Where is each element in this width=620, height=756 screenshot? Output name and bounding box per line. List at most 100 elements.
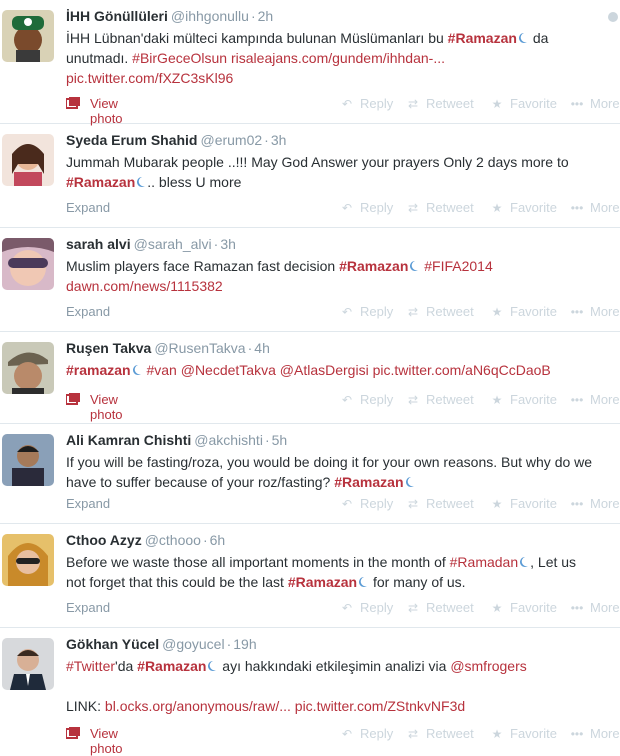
favorite-button[interactable]: ★ Favorite [490, 600, 557, 615]
hashtag[interactable]: #Twitter [66, 658, 115, 674]
reply-icon: ↶ [341, 393, 353, 407]
avatar[interactable] [2, 134, 54, 186]
more-button[interactable]: ••• More [570, 304, 620, 319]
reply-icon: ↶ [341, 497, 353, 511]
crescent-moon-icon [519, 556, 529, 568]
gear-icon[interactable] [608, 12, 618, 22]
tweet[interactable]: Gökhan Yücel @goyucel · 19h #Twitter'da #Ra… [0, 628, 620, 756]
avatar[interactable] [2, 638, 54, 690]
retweet-button[interactable]: ⇄ Retweet [406, 726, 474, 741]
more-button[interactable]: ••• More [570, 96, 620, 111]
username[interactable]: @cthooo [145, 532, 201, 548]
timestamp[interactable]: 5h [272, 432, 288, 448]
hashtag[interactable]: #Ramazan [334, 474, 403, 490]
hashtag[interactable]: #FIFA2014 [420, 258, 493, 274]
timestamp[interactable]: 2h [258, 8, 274, 24]
username[interactable]: @akchishti [194, 432, 263, 448]
favorite-button[interactable]: ★ Favorite [490, 726, 557, 741]
avatar[interactable] [2, 534, 54, 586]
retweet-button[interactable]: ⇄ Retweet [406, 304, 474, 319]
more-button[interactable]: ••• More [570, 496, 620, 511]
tweet[interactable]: Ali Kamran Chishti @akchishti · 5h If you w… [0, 424, 620, 524]
link[interactable]: pic.twitter.com/ZStnkvNF3d [291, 698, 465, 714]
link[interactable]: risaleajans.com/gundem/ihhdan-... [227, 50, 445, 66]
link[interactable]: pic.twitter.com/aN6qCcDaoB [369, 362, 551, 378]
display-name[interactable]: Ruşen Takva [66, 340, 151, 356]
display-name[interactable]: Cthoo Azyz [66, 532, 142, 548]
text: If you will be fasting/roza, you would b… [66, 454, 593, 470]
hashtag[interactable]: #Ramazan [66, 174, 135, 190]
expand-button[interactable]: Expand [66, 496, 110, 511]
avatar[interactable] [2, 342, 54, 394]
view-photo-label: View photo [90, 726, 123, 756]
star-icon: ★ [491, 497, 503, 511]
reply-button[interactable]: ↶ Reply [340, 96, 393, 111]
mention[interactable]: @AtlasDergisi [276, 362, 369, 378]
username[interactable]: @RusenTakva [154, 340, 245, 356]
display-name[interactable]: Syeda Erum Shahid [66, 132, 197, 148]
avatar[interactable] [2, 10, 54, 62]
mention[interactable]: @smfrogers [450, 658, 526, 674]
avatar[interactable] [2, 434, 54, 486]
hashtag[interactable]: #van [143, 362, 176, 378]
crescent-moon-icon [207, 660, 217, 672]
favorite-button[interactable]: ★ Favorite [490, 96, 557, 111]
more-button[interactable]: ••• More [570, 392, 620, 407]
retweet-button[interactable]: ⇄ Retweet [406, 200, 474, 215]
timestamp[interactable]: 4h [254, 340, 270, 356]
expand-button[interactable]: Expand [66, 304, 110, 319]
mention[interactable]: @NecdetTakva [177, 362, 276, 378]
tweet[interactable]: Syeda Erum Shahid @erum02 · 3h Jummah Mubar… [0, 124, 620, 228]
tweet[interactable]: Cthoo Azyz @cthooo · 6h Before we waste tho… [0, 524, 620, 628]
reply-button[interactable]: ↶ Reply [340, 726, 393, 741]
display-name[interactable]: sarah alvi [66, 236, 131, 252]
display-name[interactable]: Gökhan Yücel [66, 636, 159, 652]
link[interactable]: pic.twitter.com/fXZC3sKl96 [66, 70, 233, 86]
hashtag[interactable]: #BirGeceOlsun [132, 50, 227, 66]
more-icon: ••• [570, 497, 584, 511]
username[interactable]: @goyucel [162, 636, 224, 652]
display-name[interactable]: İHH Gönüllüleri [66, 8, 168, 24]
reply-button[interactable]: ↶ Reply [340, 496, 393, 511]
retweet-button[interactable]: ⇄ Retweet [406, 392, 474, 407]
more-button[interactable]: ••• More [570, 200, 620, 215]
timestamp[interactable]: 19h [233, 636, 256, 652]
tweet[interactable]: İHH Gönüllüleri @ihhgonullu · 2h İHH Lübnan… [0, 0, 620, 126]
username[interactable]: @sarah_alvi [134, 236, 212, 252]
reply-button[interactable]: ↶ Reply [340, 600, 393, 615]
more-button[interactable]: ••• More [570, 726, 620, 741]
hashtag[interactable]: #Ramazan [339, 258, 408, 274]
reply-button[interactable]: ↶ Reply [340, 304, 393, 319]
timestamp[interactable]: 6h [210, 532, 226, 548]
text: , Let us [530, 554, 577, 570]
hashtag[interactable]: #Ramazan [448, 30, 517, 46]
favorite-button[interactable]: ★ Favorite [490, 304, 557, 319]
expand-button[interactable]: Expand [66, 200, 110, 215]
more-button[interactable]: ••• More [570, 600, 620, 615]
link[interactable]: dawn.com/news/1115382 [66, 278, 223, 294]
hashtag[interactable]: #Ramazan [137, 658, 206, 674]
reply-button[interactable]: ↶ Reply [340, 392, 393, 407]
hashtag[interactable]: #ramazan [66, 362, 131, 378]
retweet-button[interactable]: ⇄ Retweet [406, 96, 474, 111]
display-name[interactable]: Ali Kamran Chishti [66, 432, 191, 448]
expand-button[interactable]: Expand [66, 600, 110, 615]
link[interactable]: bl.ocks.org/anonymous/raw/... [105, 698, 291, 714]
favorite-button[interactable]: ★ Favorite [490, 496, 557, 511]
avatar[interactable] [2, 238, 54, 290]
reply-button[interactable]: ↶ Reply [340, 200, 393, 215]
tweet[interactable]: Ruşen Takva @RusenTakva · 4h #ramazan #van … [0, 332, 620, 424]
username[interactable]: @ihhgonullu [171, 8, 249, 24]
retweet-button[interactable]: ⇄ Retweet [406, 600, 474, 615]
hashtag[interactable]: #Ramadan [450, 554, 519, 570]
tweet[interactable]: sarah alvi @sarah_alvi · 3h Muslim players … [0, 228, 620, 332]
username[interactable]: @erum02 [200, 132, 262, 148]
timestamp[interactable]: 3h [271, 132, 287, 148]
retweet-button[interactable]: ⇄ Retweet [406, 496, 474, 511]
more-icon: ••• [570, 601, 584, 615]
more-icon: ••• [570, 727, 584, 741]
hashtag[interactable]: #Ramazan [288, 574, 357, 590]
favorite-button[interactable]: ★ Favorite [490, 392, 557, 407]
favorite-button[interactable]: ★ Favorite [490, 200, 557, 215]
timestamp[interactable]: 3h [220, 236, 236, 252]
